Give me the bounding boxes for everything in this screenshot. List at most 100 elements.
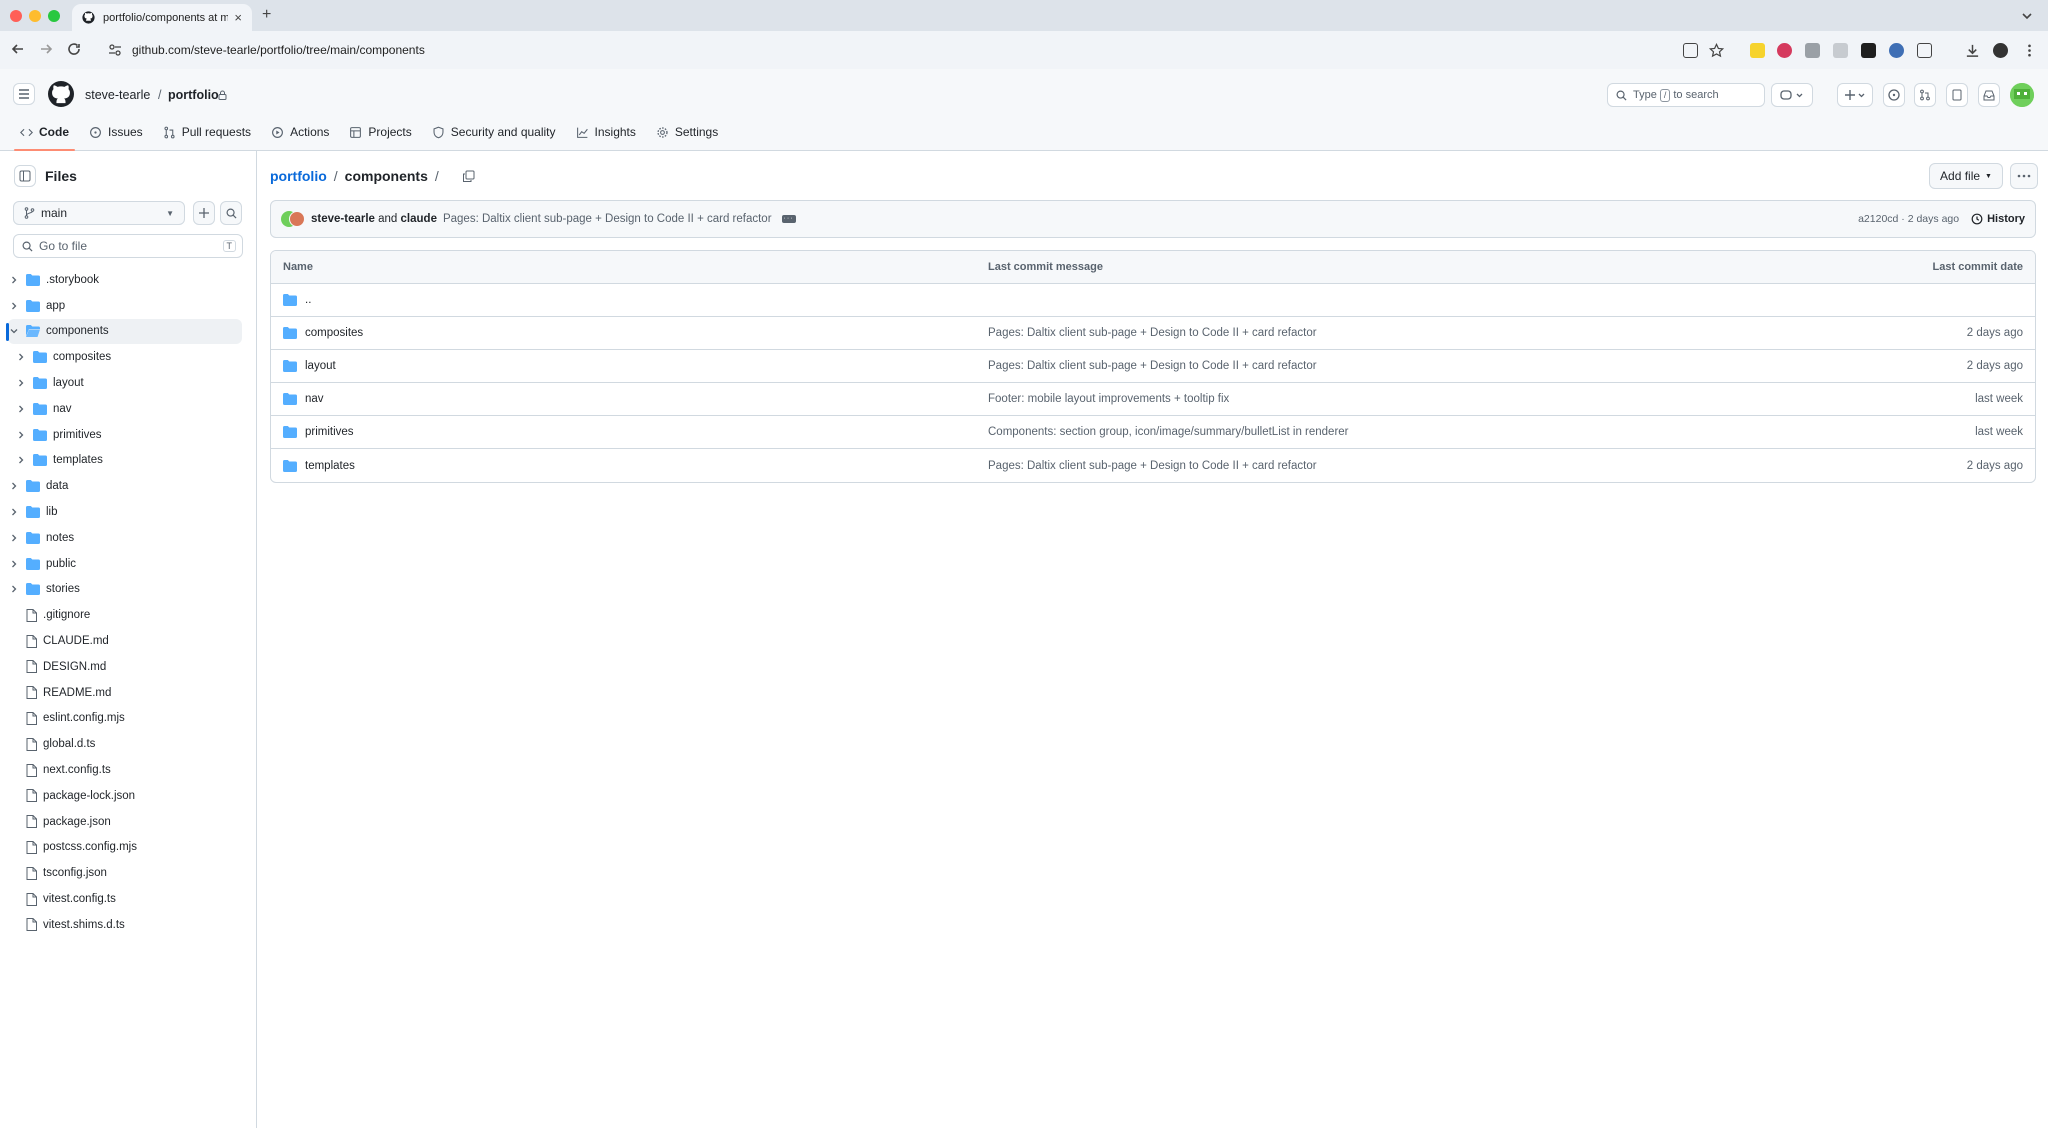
tab-search-button[interactable] [2018,7,2036,25]
browser-tab[interactable]: portfolio/components at main × [72,4,252,31]
global-menu-button[interactable] [13,83,35,105]
create-new-button[interactable] [1837,83,1873,107]
owner-link[interactable]: steve-tearle [85,88,150,102]
extension-dark-icon[interactable] [1861,43,1876,58]
tree-folder-item[interactable]: .storybook [8,267,242,293]
chevron-right-icon[interactable] [10,508,18,516]
chevron-right-icon[interactable] [10,276,18,284]
site-info-icon[interactable] [108,43,122,57]
extension-red-icon[interactable] [1777,43,1792,58]
table-row[interactable]: layout Pages: Daltix client sub-page + De… [271,350,2035,383]
bookmark-star-icon[interactable] [1709,43,1724,58]
issues-button[interactable] [1883,83,1905,107]
tree-folder-item[interactable]: notes [8,525,242,551]
commit-avatars[interactable] [281,211,305,227]
commit-message-link[interactable]: Components: section group, icon/image/su… [988,426,1349,438]
folder-name-link[interactable]: composites [305,327,363,339]
tree-file-item[interactable]: .gitignore [8,602,242,628]
tree-folder-item[interactable]: lib [8,499,242,525]
user-avatar[interactable] [2010,83,2034,107]
tree-folder-item[interactable]: nav [8,396,242,422]
table-row[interactable]: composites Pages: Daltix client sub-page … [271,317,2035,350]
tree-folder-item[interactable]: components [6,318,242,345]
tree-folder-item[interactable]: composites [8,344,242,370]
tree-file-item[interactable]: vitest.shims.d.ts [8,912,242,938]
folder-name-link[interactable]: nav [305,393,324,405]
tree-file-item[interactable]: README.md [8,680,242,706]
author-link-2[interactable]: claude [401,213,437,225]
parent-directory-link[interactable]: .. [305,294,311,306]
search-files-button[interactable] [220,201,242,225]
chevron-right-icon[interactable] [10,585,18,593]
forward-button[interactable] [38,41,56,59]
chevron-down-icon[interactable] [10,327,18,335]
parent-directory-row[interactable]: .. [271,284,2035,317]
extension-camera-icon[interactable] [1805,43,1820,58]
more-options-button[interactable] [2010,163,2038,189]
commit-sha-date[interactable]: a2120cd · 2 days ago [1858,213,1959,225]
minimize-window-button[interactable] [29,10,41,22]
reload-button[interactable] [66,41,84,59]
tab-code[interactable]: Code [10,113,79,151]
profile-avatar-icon[interactable] [1993,43,2008,58]
commit-message-link[interactable]: Pages: Daltix client sub-page + Design t… [988,460,1317,472]
tab-actions[interactable]: Actions [261,113,339,151]
extension-blue-icon[interactable] [1889,43,1904,58]
tab-projects[interactable]: Projects [339,113,421,151]
author-link-1[interactable]: steve-tearle [311,213,375,225]
tab-security-and-quality[interactable]: Security and quality [422,113,566,151]
copy-path-button[interactable] [462,170,475,183]
close-tab-icon[interactable]: × [234,10,242,25]
tree-folder-item[interactable]: public [8,551,242,577]
pull-requests-button[interactable] [1914,83,1936,107]
collapse-sidebar-button[interactable] [14,165,36,187]
maximize-window-button[interactable] [48,10,60,22]
address-bar[interactable]: github.com/steve-tearle/portfolio/tree/m… [100,36,1720,64]
tree-folder-item[interactable]: stories [8,577,242,603]
tree-file-item[interactable]: vitest.config.ts [8,886,242,912]
expand-commit-message-button[interactable]: ··· [781,215,796,223]
tab-insights[interactable]: Insights [566,113,646,151]
repositories-button[interactable] [1946,83,1968,107]
table-row[interactable]: nav Footer: mobile layout improvements + … [271,383,2035,416]
folder-name-link[interactable]: primitives [305,426,354,438]
chevron-right-icon[interactable] [17,353,25,361]
folder-name-link[interactable]: layout [305,360,336,372]
table-row[interactable]: templates Pages: Daltix client sub-page +… [271,449,2035,482]
go-to-file-input[interactable]: Go to file T [13,234,243,258]
branch-selector[interactable]: main ▼ [13,201,185,225]
tree-file-item[interactable]: eslint.config.mjs [8,706,242,732]
tree-file-item[interactable]: next.config.ts [8,757,242,783]
tree-file-item[interactable]: package.json [8,809,242,835]
chevron-right-icon[interactable] [10,482,18,490]
author-avatar-claude[interactable] [289,211,305,227]
extensions-puzzle-icon[interactable] [1917,43,1932,58]
tree-folder-item[interactable]: layout [8,370,242,396]
tree-folder-item[interactable]: app [8,293,242,319]
chevron-right-icon[interactable] [10,302,18,310]
extension-dictionary-icon[interactable] [1750,43,1765,58]
browser-menu-icon[interactable] [2022,43,2037,58]
repo-link[interactable]: portfolio [168,88,219,102]
github-logo-icon[interactable] [48,81,74,107]
chevron-right-icon[interactable] [17,405,25,413]
new-tab-button[interactable]: + [262,6,271,24]
search-input[interactable]: Type / to search [1607,83,1765,107]
tree-file-item[interactable]: tsconfig.json [8,860,242,886]
table-row[interactable]: primitives Components: section group, ico… [271,416,2035,449]
chevron-right-icon[interactable] [17,456,25,464]
tree-file-item[interactable]: global.d.ts [8,731,242,757]
path-repo-link[interactable]: portfolio [270,168,327,184]
tree-folder-item[interactable]: templates [8,448,242,474]
tree-file-item[interactable]: CLAUDE.md [8,628,242,654]
tab-settings[interactable]: Settings [646,113,728,151]
commit-message-link[interactable]: Pages: Daltix client sub-page + Design t… [988,327,1317,339]
chevron-right-icon[interactable] [17,379,25,387]
history-button[interactable]: History [1971,213,2025,225]
commit-message-link[interactable]: Footer: mobile layout improvements + too… [988,393,1229,405]
inbox-button[interactable] [1978,83,2000,107]
downloads-icon[interactable] [1965,43,1980,58]
tab-pull-requests[interactable]: Pull requests [153,113,261,151]
chevron-right-icon[interactable] [10,560,18,568]
tree-folder-item[interactable]: primitives [8,422,242,448]
